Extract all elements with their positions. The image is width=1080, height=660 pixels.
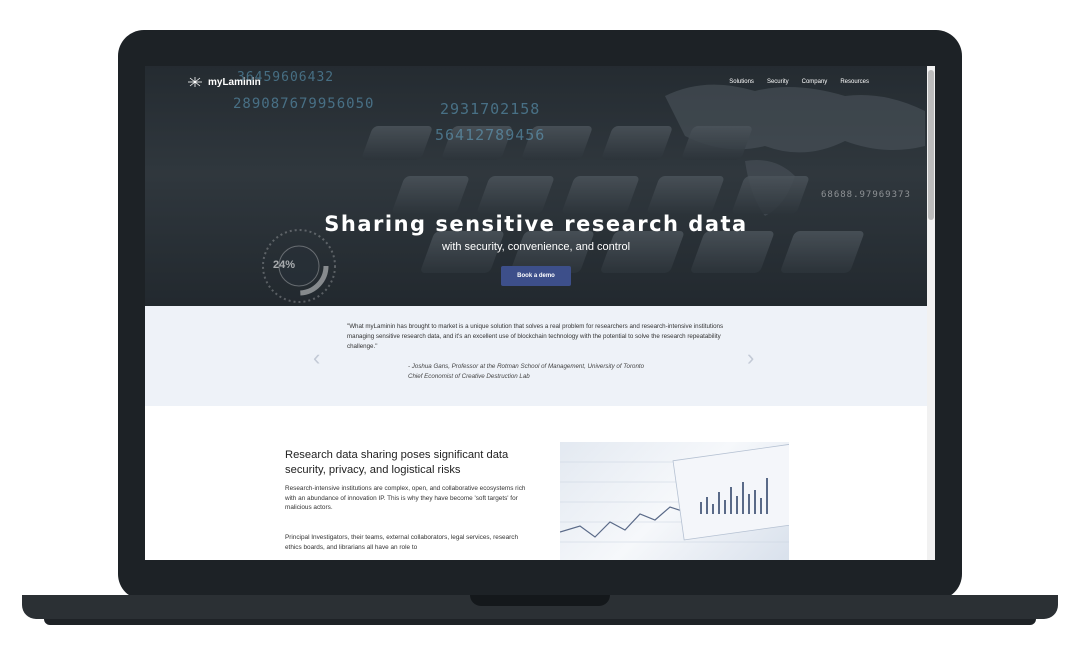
progress-gauge-icon — [262, 229, 336, 303]
hero-subtitle: with security, convenience, and control — [441, 241, 631, 253]
testimonial-author: - Joshua Gans, Professor at the Rotman S… — [408, 363, 645, 370]
page-scrollbar[interactable] — [927, 66, 935, 560]
data-number-text: 56412789456 — [435, 126, 546, 144]
testimonial-quote: "What myLaminin has brought to market is… — [347, 323, 724, 350]
brand-logo[interactable]: myLaminin — [187, 76, 261, 88]
carousel-next-button[interactable]: › — [747, 345, 754, 371]
hero-section: 36459606432 289087679956050 2931702158 5… — [145, 66, 927, 306]
testimonial-section: ‹ "What myLaminin has brought to market … — [145, 306, 927, 406]
gauge-percentage: 24% — [273, 259, 296, 271]
book-demo-button[interactable]: Book a demo — [501, 266, 571, 286]
data-number-text: 68688.97969373 — [821, 190, 911, 200]
data-number-text: 289087679956050 — [233, 96, 375, 112]
nav-item-security[interactable]: Security — [767, 79, 789, 85]
financial-chart-image — [560, 442, 789, 560]
section-heading: Research data sharing poses significant … — [285, 449, 509, 476]
laptop-base-shadow — [44, 619, 1036, 625]
section-paragraph: Research-intensive institutions are comp… — [285, 485, 526, 511]
testimonial-author-role: Chief Economist of Creative Destruction … — [408, 373, 530, 380]
main-navigation: Solutions Security Company Resources — [729, 79, 869, 85]
nav-item-company[interactable]: Company — [802, 79, 828, 85]
data-number-text: 2931702158 — [440, 100, 541, 118]
scrollbar-thumb[interactable] — [928, 70, 934, 220]
hero-title: Sharing sensitive research data — [324, 212, 748, 236]
laptop-screen: 36459606432 289087679956050 2931702158 5… — [145, 66, 935, 560]
section-paragraph: Principal Investigators, their teams, ex… — [285, 534, 519, 551]
nav-item-solutions[interactable]: Solutions — [729, 79, 754, 85]
laminin-logo-icon — [188, 77, 202, 87]
testimonial-attribution: - Joshua Gans, Professor at the Rotman S… — [408, 362, 768, 382]
stock-chart-illustration — [560, 443, 789, 543]
nav-item-resources[interactable]: Resources — [840, 79, 869, 85]
carousel-prev-button[interactable]: ‹ — [313, 345, 320, 371]
laptop-notch — [470, 595, 610, 606]
brand-name: myLaminin — [208, 76, 261, 88]
